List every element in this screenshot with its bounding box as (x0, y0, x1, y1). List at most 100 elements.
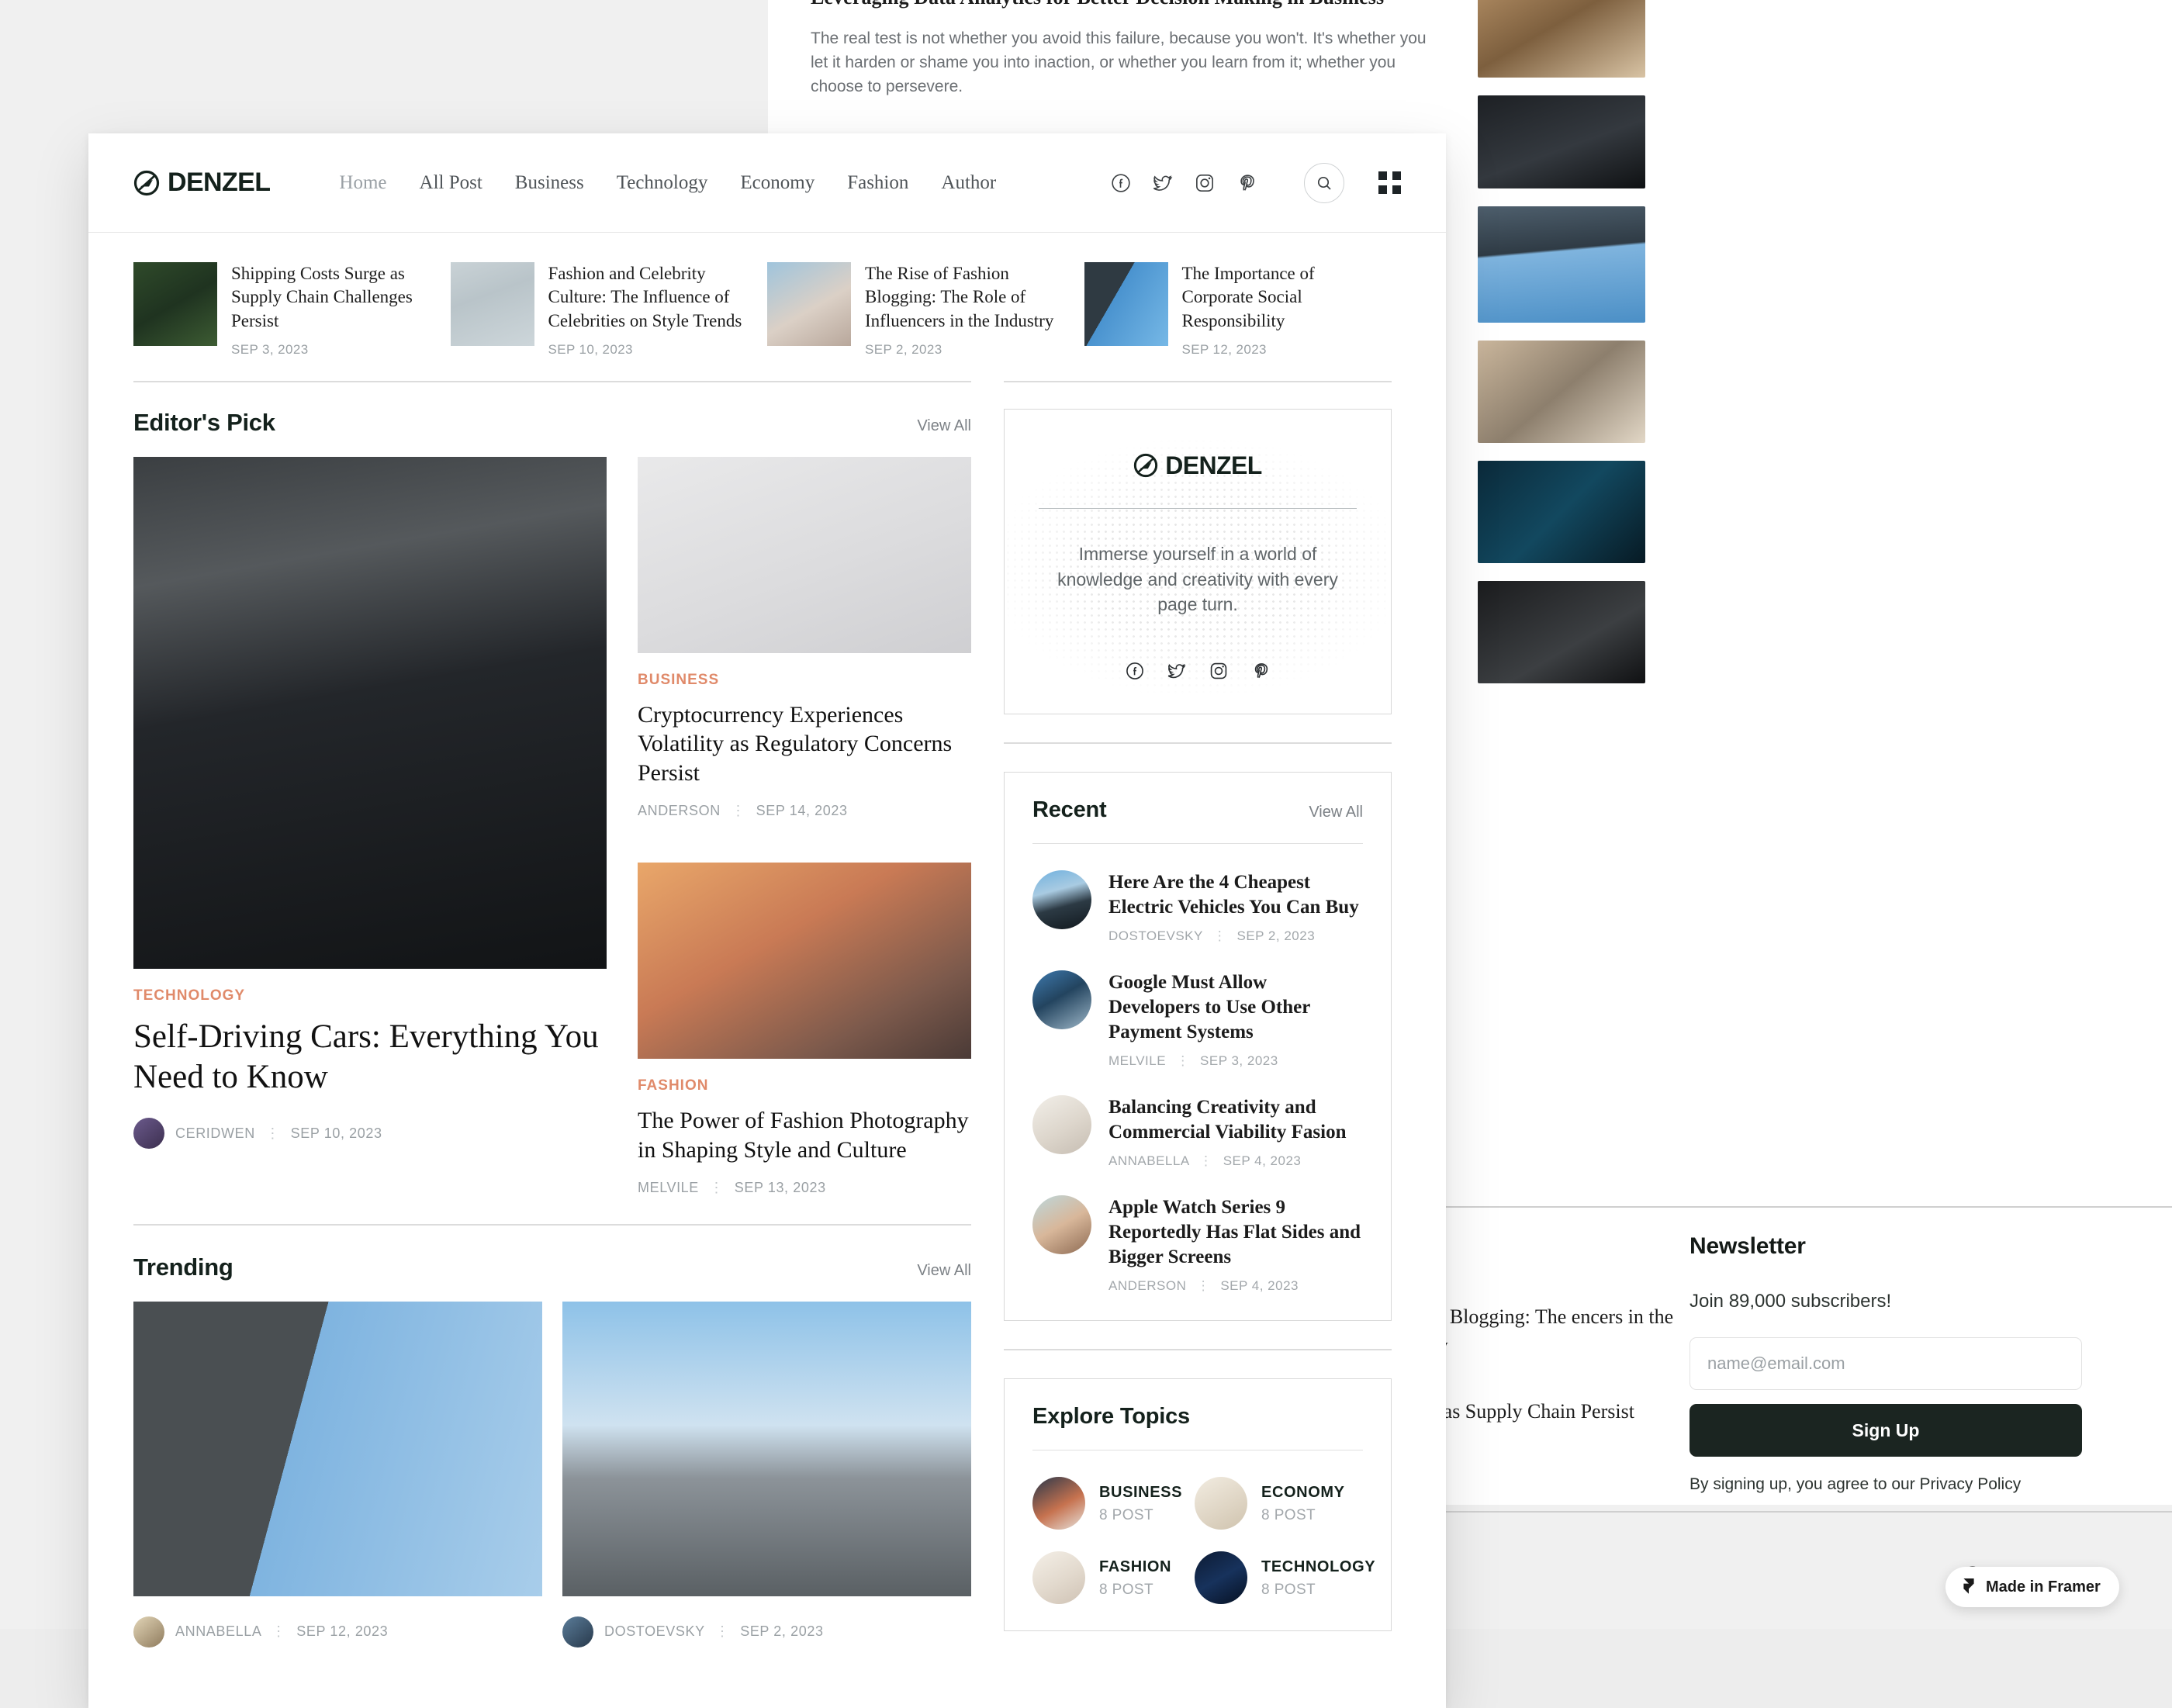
topic-name: TECHNOLOGY (1261, 1558, 1375, 1576)
grid-dot (1392, 185, 1401, 194)
newsletter-signup-button[interactable]: Sign Up (1690, 1404, 2082, 1457)
strip-title: Fashion and Celebrity Culture: The Influ… (548, 262, 754, 333)
meta-separator-icon: ⋮ (1199, 1153, 1213, 1168)
brand-card-name: DENZEL (1165, 451, 1261, 480)
article-card-category: FASHION (638, 1077, 971, 1094)
strip-thumbnail (133, 262, 217, 346)
article-card-title: The Power of Fashion Photography in Shap… (638, 1106, 971, 1164)
grid-menu-icon[interactable] (1378, 171, 1401, 194)
article-card[interactable]: FASHION The Power of Fashion Photography… (638, 863, 971, 1196)
twitter-icon[interactable] (1167, 661, 1187, 681)
newsletter-email-input[interactable]: name@email.com (1690, 1337, 2082, 1390)
strip-item[interactable]: The Importance of Corporate Social Respo… (1084, 262, 1402, 358)
brand-logo[interactable]: DENZEL (133, 168, 270, 198)
nav-item-author[interactable]: Author (925, 172, 1012, 194)
instagram-icon[interactable] (1194, 172, 1216, 194)
trending-card-date: SEP 12, 2023 (296, 1623, 388, 1639)
topic-name: ECONOMY (1261, 1483, 1345, 1502)
header-actions (1110, 163, 1401, 203)
strip-title: The Importance of Corporate Social Respo… (1182, 262, 1388, 333)
search-button[interactable] (1304, 163, 1344, 203)
topic-item-economy[interactable]: ECONOMY 8 POST (1195, 1477, 1375, 1530)
newsletter-section: Newsletter Join 89,000 subscribers! name… (1690, 1233, 2085, 1494)
site-header: DENZEL Home All Post Business Technology… (88, 133, 1446, 233)
nav-item-home[interactable]: Home (323, 172, 403, 194)
trending-card-byline: ANNABELLA ⋮ SEP 12, 2023 (133, 1616, 542, 1647)
facebook-icon[interactable] (1110, 172, 1132, 194)
recent-thumbnail (1032, 1095, 1091, 1154)
strip-thumbnail (767, 262, 851, 346)
topic-thumbnail (1032, 1477, 1085, 1530)
divider (1004, 742, 1392, 744)
made-in-framer-badge[interactable]: Made in Framer (1945, 1567, 2119, 1607)
list-item[interactable]: Apple Watch Series 9 Reportedly Has Flat… (1032, 1195, 1363, 1294)
list-item[interactable]: Balancing Creativity and Commercial Viab… (1032, 1095, 1363, 1169)
feature-article-author: CERIDWEN (175, 1125, 255, 1141)
explore-topics-title: Explore Topics (1032, 1404, 1190, 1430)
meta-separator-icon: ⋮ (1176, 1053, 1190, 1068)
list-item[interactable]: Here Are the 4 Cheapest Electric Vehicle… (1032, 870, 1363, 944)
recent-item-meta: DOSTOEVSKY ⋮ SEP 2, 2023 (1108, 928, 1363, 944)
nav-item-all-post[interactable]: All Post (403, 172, 499, 194)
recent-item-date: SEP 4, 2023 (1223, 1153, 1302, 1168)
divider (1032, 1450, 1363, 1451)
trending-card-image (562, 1302, 971, 1596)
newsletter-title: Newsletter (1690, 1233, 2085, 1260)
meta-separator-icon: ⋮ (731, 803, 745, 818)
pinterest-icon[interactable] (1236, 172, 1257, 194)
strip-item[interactable]: Fashion and Celebrity Culture: The Influ… (451, 262, 768, 358)
brand-card-social (1036, 661, 1360, 681)
header-social-links (1110, 172, 1257, 194)
nav-item-business[interactable]: Business (499, 172, 600, 194)
recent-item-author: MELVILE (1108, 1053, 1166, 1068)
recent-card: Recent View All Here Are the 4 Cheapest … (1004, 772, 1392, 1322)
recent-item-date: SEP 2, 2023 (1237, 928, 1316, 943)
topic-count: 8 POST (1261, 1582, 1375, 1599)
strip-item[interactable]: Shipping Costs Surge as Supply Chain Cha… (133, 262, 451, 358)
list-item[interactable]: Google Must Allow Developers to Use Othe… (1032, 970, 1363, 1069)
twitter-icon[interactable] (1152, 172, 1174, 194)
topic-item-business[interactable]: BUSINESS 8 POST (1032, 1477, 1182, 1530)
newsletter-fine-print: By signing up, you agree to our Privacy … (1690, 1475, 2085, 1494)
pinterest-icon[interactable] (1250, 661, 1271, 681)
avatar (133, 1616, 164, 1647)
topic-thumbnail (1032, 1551, 1085, 1604)
trending-card-author: ANNABELLA (175, 1623, 261, 1639)
topic-count: 8 POST (1099, 1507, 1182, 1524)
divider (133, 381, 971, 382)
feature-article[interactable]: TECHNOLOGY Self-Driving Cars: Everything… (133, 457, 607, 1197)
feature-article-byline: CERIDWEN ⋮ SEP 10, 2023 (133, 1118, 607, 1149)
instagram-icon[interactable] (1209, 661, 1229, 681)
main-window: DENZEL Home All Post Business Technology… (88, 133, 1446, 1708)
recent-header: Recent View All (1032, 797, 1363, 823)
topic-item-technology[interactable]: TECHNOLOGY 8 POST (1195, 1551, 1375, 1604)
brand-name: DENZEL (168, 168, 270, 198)
article-card[interactable]: BUSINESS Cryptocurrency Experiences Vola… (638, 457, 971, 820)
trending-card-meta: ANNABELLA ⋮ SEP 12, 2023 (175, 1623, 388, 1640)
topic-count: 8 POST (1261, 1507, 1345, 1524)
trending-card-author: DOSTOEVSKY (604, 1623, 704, 1639)
recent-view-all[interactable]: View All (1309, 804, 1363, 821)
editors-pick-view-all[interactable]: View All (917, 417, 971, 435)
topic-item-fashion[interactable]: FASHION 8 POST (1032, 1551, 1182, 1604)
recent-item-author: ANDERSON (1108, 1278, 1186, 1293)
content-area: Editor's Pick View All TECHNOLOGY Self-D… (88, 381, 1446, 1647)
avatar (562, 1616, 593, 1647)
feature-article-category: TECHNOLOGY (133, 987, 607, 1004)
topic-count: 8 POST (1099, 1582, 1171, 1599)
trending-view-all[interactable]: View All (917, 1262, 971, 1280)
trending-card[interactable]: ANNABELLA ⋮ SEP 12, 2023 (133, 1302, 542, 1647)
facebook-icon[interactable] (1125, 661, 1145, 681)
feature-article-title: Self-Driving Cars: Everything You Need t… (133, 1017, 607, 1098)
trending-card[interactable]: DOSTOEVSKY ⋮ SEP 2, 2023 (562, 1302, 971, 1647)
recent-item-meta: MELVILE ⋮ SEP 3, 2023 (1108, 1053, 1363, 1069)
trending-title: Trending (133, 1253, 233, 1281)
recent-title: Recent (1032, 797, 1107, 823)
article-card-image (638, 863, 971, 1059)
grid-dot (1378, 185, 1387, 194)
nav-item-fashion[interactable]: Fashion (831, 172, 925, 194)
strip-item[interactable]: The Rise of Fashion Blogging: The Role o… (767, 262, 1084, 358)
meta-separator-icon: ⋮ (1197, 1278, 1211, 1293)
nav-item-economy[interactable]: Economy (724, 172, 831, 194)
nav-item-technology[interactable]: Technology (600, 172, 725, 194)
